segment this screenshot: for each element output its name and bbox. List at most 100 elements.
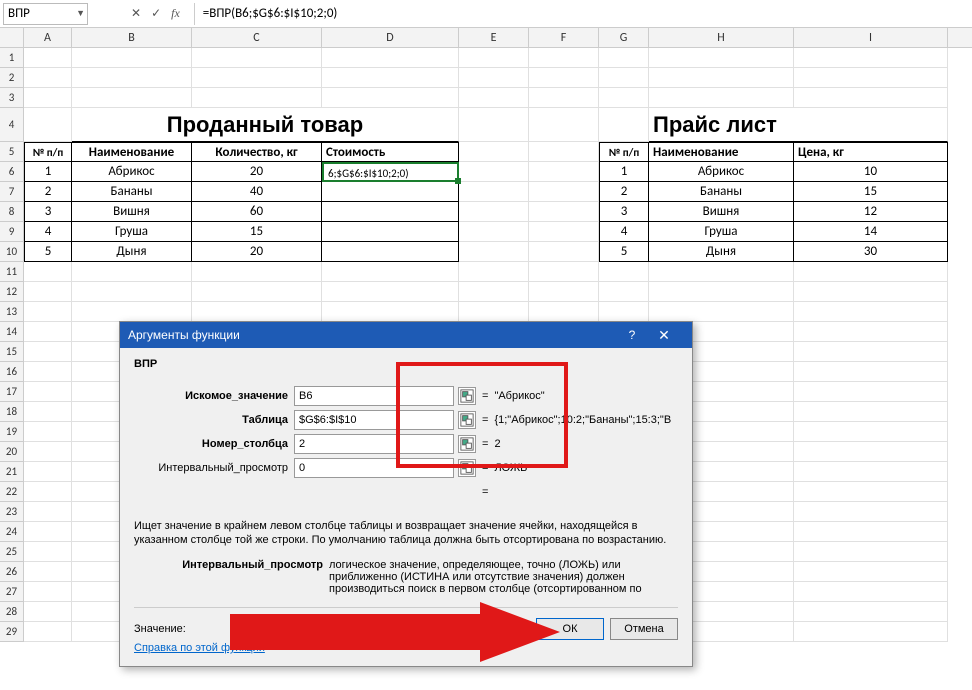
cell[interactable] [24, 562, 72, 582]
cell[interactable] [459, 108, 529, 142]
active-cell[interactable]: 6;$G$6:$I$10;2;0) [322, 162, 459, 182]
cell[interactable] [459, 48, 529, 68]
cell[interactable] [459, 142, 529, 162]
cell[interactable] [529, 68, 599, 88]
cell[interactable]: Груша [72, 222, 192, 242]
cell[interactable]: 60 [192, 202, 322, 222]
col-header[interactable]: E [459, 28, 529, 47]
row-header[interactable]: 22 [0, 482, 24, 502]
close-icon[interactable]: ✕ [644, 327, 684, 344]
cell[interactable] [529, 48, 599, 68]
formula-input[interactable]: =ВПР(B6;$G$6:$I$10;2;0) [194, 3, 338, 25]
cell[interactable] [192, 88, 322, 108]
cell[interactable]: 40 [192, 182, 322, 202]
row-header[interactable]: 28 [0, 602, 24, 622]
cell[interactable] [794, 462, 948, 482]
fx-icon[interactable]: fx [171, 6, 186, 21]
cell[interactable] [24, 282, 72, 302]
row-header[interactable]: 26 [0, 562, 24, 582]
cell[interactable] [599, 302, 649, 322]
cell[interactable] [599, 68, 649, 88]
row-header[interactable]: 24 [0, 522, 24, 542]
cell[interactable] [794, 602, 948, 622]
cell[interactable] [599, 262, 649, 282]
cell[interactable] [794, 522, 948, 542]
cell[interactable] [322, 182, 459, 202]
cell[interactable]: Количество, кг [192, 142, 322, 162]
cell[interactable]: 15 [192, 222, 322, 242]
cell[interactable] [794, 422, 948, 442]
cell[interactable]: Абрикос [649, 162, 794, 182]
cell[interactable] [72, 302, 192, 322]
cell[interactable] [794, 382, 948, 402]
cell[interactable]: 4 [599, 222, 649, 242]
arg-input[interactable] [294, 410, 454, 430]
cell[interactable]: 2 [599, 182, 649, 202]
cell[interactable] [529, 142, 599, 162]
cell[interactable] [24, 108, 72, 142]
row-header[interactable]: 10 [0, 242, 24, 262]
cell[interactable] [599, 108, 649, 142]
cell[interactable] [794, 562, 948, 582]
row-header[interactable]: 12 [0, 282, 24, 302]
cell[interactable] [24, 542, 72, 562]
cell[interactable] [794, 282, 948, 302]
row-header[interactable]: 20 [0, 442, 24, 462]
cell[interactable] [322, 48, 459, 68]
cell[interactable] [192, 302, 322, 322]
cell[interactable] [529, 242, 599, 262]
cell[interactable]: 3 [599, 202, 649, 222]
cell[interactable] [322, 222, 459, 242]
cell[interactable] [24, 442, 72, 462]
name-box-dropdown-icon[interactable]: ▼ [76, 8, 85, 19]
cell[interactable] [24, 302, 72, 322]
cell[interactable]: Наименование [72, 142, 192, 162]
row-header[interactable]: 2 [0, 68, 24, 88]
row-header[interactable]: 1 [0, 48, 24, 68]
cell[interactable] [24, 88, 72, 108]
cell[interactable]: Вишня [72, 202, 192, 222]
cell[interactable] [794, 48, 948, 68]
cell[interactable] [72, 88, 192, 108]
cell[interactable] [529, 282, 599, 302]
row-header[interactable]: 21 [0, 462, 24, 482]
row-header[interactable]: 18 [0, 402, 24, 422]
range-picker-icon[interactable] [458, 435, 476, 453]
cell[interactable] [529, 262, 599, 282]
cell[interactable] [72, 282, 192, 302]
row-header[interactable]: 11 [0, 262, 24, 282]
cell[interactable]: 3 [24, 202, 72, 222]
cell[interactable]: Цена, кг [794, 142, 948, 162]
cell[interactable] [24, 262, 72, 282]
cell[interactable]: 2 [24, 182, 72, 202]
cell[interactable] [649, 302, 794, 322]
cell[interactable] [24, 382, 72, 402]
arg-input[interactable] [294, 434, 454, 454]
row-header[interactable]: 6 [0, 162, 24, 182]
cell[interactable] [529, 108, 599, 142]
cell[interactable] [459, 222, 529, 242]
cell[interactable] [322, 68, 459, 88]
cancel-button[interactable]: Отмена [610, 618, 678, 640]
cell[interactable] [794, 442, 948, 462]
cell[interactable] [794, 342, 948, 362]
cell[interactable] [322, 302, 459, 322]
cell[interactable]: 1 [24, 162, 72, 182]
cell[interactable] [459, 282, 529, 302]
cell[interactable] [72, 68, 192, 88]
cell[interactable] [794, 622, 948, 642]
cell[interactable] [649, 48, 794, 68]
row-header[interactable]: 17 [0, 382, 24, 402]
cell[interactable] [24, 402, 72, 422]
cell[interactable]: Бананы [72, 182, 192, 202]
cell[interactable] [529, 162, 599, 182]
cell[interactable] [599, 88, 649, 108]
cell[interactable] [529, 202, 599, 222]
cell[interactable] [459, 202, 529, 222]
cell[interactable] [459, 262, 529, 282]
help-icon[interactable]: ? [620, 328, 644, 342]
row-header[interactable]: 13 [0, 302, 24, 322]
dialog-titlebar[interactable]: Аргументы функции ? ✕ [120, 322, 692, 348]
cell[interactable]: 14 [794, 222, 948, 242]
cell[interactable] [24, 342, 72, 362]
